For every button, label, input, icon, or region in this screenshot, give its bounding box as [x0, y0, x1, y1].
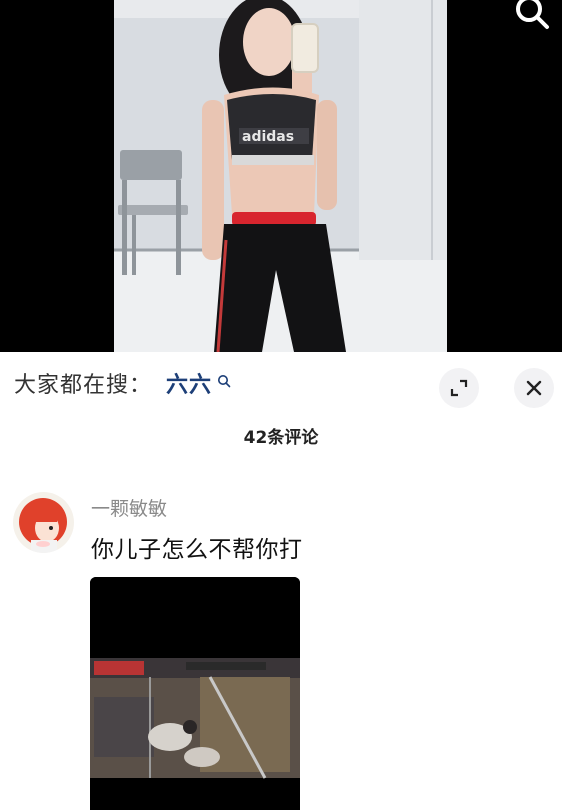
expand-icon: [450, 379, 468, 397]
comment-count-title: 42条评论: [243, 428, 319, 448]
search-keyword-link[interactable]: 六六: [166, 371, 212, 401]
search-button[interactable]: [510, 0, 554, 30]
close-button[interactable]: [514, 368, 554, 408]
search-prefix-label: 大家都在搜：: [14, 373, 153, 398]
comment-username[interactable]: 一颗敏敏: [91, 495, 167, 523]
comment-page: adidas 大家都在搜： 六六 42条评论 一颗敏敏 你儿子怎么不帮你打: [0, 0, 562, 810]
search-icon: [218, 375, 231, 388]
search-icon: [516, 0, 549, 29]
cctv-thumbnail: [90, 577, 300, 810]
video-player[interactable]: adidas: [0, 0, 562, 352]
video-image: adidas: [114, 0, 447, 352]
comment-text: 你儿子怎么不帮你打: [91, 537, 303, 563]
avatar[interactable]: [13, 492, 74, 553]
avatar-image: [13, 492, 74, 553]
close-icon: [526, 380, 542, 396]
expand-button[interactable]: [439, 368, 479, 408]
svg-text:adidas: adidas: [242, 129, 294, 145]
video-frame[interactable]: adidas: [114, 0, 447, 352]
comment-image[interactable]: [90, 577, 300, 810]
